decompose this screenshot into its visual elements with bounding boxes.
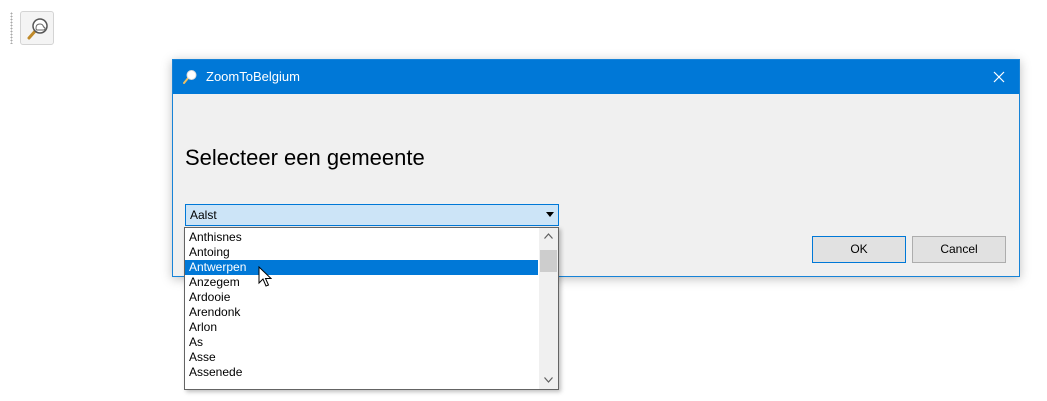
combobox-value: Aalst	[190, 208, 217, 222]
list-item-selected[interactable]: Antwerpen	[185, 260, 538, 275]
dropdown-items: Anthisnes Antoing Antwerpen Anzegem Ardo…	[185, 230, 538, 380]
toolbar	[8, 10, 68, 46]
chevron-down-icon[interactable]	[546, 212, 554, 217]
municipality-dropdown-list[interactable]: Anthisnes Antoing Antwerpen Anzegem Ardo…	[184, 227, 559, 390]
cancel-button[interactable]: Cancel	[912, 236, 1006, 263]
municipality-combobox[interactable]: Aalst	[185, 204, 559, 226]
list-item[interactable]: Asse	[185, 350, 538, 365]
list-item[interactable]: As	[185, 335, 538, 350]
dialog-heading: Selecteer een gemeente	[185, 145, 425, 170]
list-item[interactable]: Ardooie	[185, 290, 538, 305]
title-bar[interactable]: ZoomToBelgium	[173, 60, 1019, 94]
list-item[interactable]: Arendonk	[185, 305, 538, 320]
scrollbar-thumb[interactable]	[540, 250, 557, 272]
zoom-magnifier-icon	[182, 69, 198, 90]
vertical-scrollbar[interactable]	[539, 228, 558, 389]
list-item[interactable]: Assenede	[185, 365, 538, 380]
toolbar-grip[interactable]	[10, 12, 13, 44]
list-item[interactable]: Anzegem	[185, 275, 538, 290]
mouse-pointer-icon	[258, 265, 273, 293]
scroll-up-button[interactable]	[539, 228, 558, 245]
list-item[interactable]: Antoing	[185, 245, 538, 260]
list-item[interactable]: Arlon	[185, 320, 538, 335]
list-item[interactable]: Anthisnes	[185, 230, 538, 245]
dialog-title: ZoomToBelgium	[206, 69, 300, 84]
close-button[interactable]	[979, 60, 1019, 94]
scroll-down-button[interactable]	[539, 372, 558, 389]
ok-button[interactable]: OK	[812, 236, 906, 263]
zoom-tool-button[interactable]	[20, 11, 54, 45]
